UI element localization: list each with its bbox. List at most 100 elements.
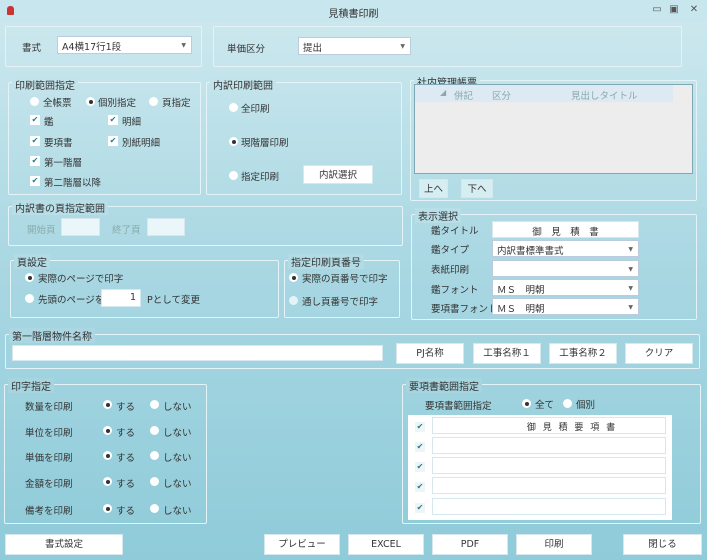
radio-label: しない [163,402,192,413]
print-spec-legend: 印字指定 [8,378,54,393]
radio-actual-page[interactable] [25,273,34,282]
cover-type-label: 鑑タイプ [431,245,470,256]
close-button[interactable]: 閉じる [623,534,702,555]
radio-label: 全帳票 [43,98,72,109]
unit-price-select[interactable]: 提出 ▼ [298,37,411,55]
print-spec-row-label: 金額を印刷 [25,479,73,490]
cover-title-label: 鑑タイトル [431,226,479,237]
summary-item-checkbox[interactable]: ✔ [415,442,425,452]
format-settings-button[interactable]: 書式設定 [5,534,123,555]
radio-all-forms[interactable] [30,97,39,106]
radio-yes[interactable] [103,426,112,435]
summary-range-legend: 要項書範囲指定 [406,378,482,393]
radio-label: する [116,479,136,490]
checkbox-detail[interactable]: ✔ [108,115,118,125]
first-page-input[interactable]: 1 [101,289,141,307]
summary-item-checkbox[interactable]: ✔ [415,462,425,472]
radio-current-level[interactable] [229,137,238,146]
chevron-down-icon: ▼ [628,285,633,292]
radio-label: 先頭のページを [38,295,105,306]
cover-title-input[interactable]: 御 見 積 書 [492,221,639,238]
project-name-input[interactable] [12,345,383,361]
checkbox-level1[interactable]: ✔ [30,156,40,166]
radio-print-all[interactable] [229,103,238,112]
page-range-legend: 内訳書の頁指定範囲 [12,200,108,215]
work-name1-button[interactable]: 工事名称１ [473,343,541,364]
radio-label: 頁指定 [162,98,191,109]
cover-print-select[interactable]: ▼ [492,260,639,277]
close-icon[interactable]: ✕ [688,5,700,15]
summary-item-checkbox[interactable]: ✔ [415,422,425,432]
chevron-down-icon: ▼ [400,43,405,50]
check-label: 第一階層 [44,158,83,169]
work-name2-button[interactable]: 工事名称２ [549,343,617,364]
radio-actual-page-number[interactable] [289,273,298,282]
summary-font-select[interactable]: ＭＳ 明朝 ▼ [492,298,639,315]
summary-item-input[interactable] [432,457,666,474]
radio-yes[interactable] [103,451,112,460]
end-page-label: 終了頁 [112,225,141,236]
radio-no[interactable] [150,504,159,513]
radio-page[interactable] [149,97,158,106]
radio-all[interactable] [522,399,531,408]
checkbox-summary[interactable]: ✔ [30,136,40,146]
summary-item-input[interactable]: 御 見 積 要 項 書 [432,417,666,434]
preview-button[interactable]: プレビュー [264,534,340,555]
move-down-button[interactable]: 下へ [461,179,493,198]
radio-each[interactable] [563,399,572,408]
cover-print-label: 表紙印刷 [431,265,470,276]
radio-individual[interactable] [86,97,95,106]
print-spec-row-label: 数量を印刷 [25,402,73,413]
checkbox-level2-plus[interactable]: ✔ [30,176,40,186]
print-spec-row-label: 備考を印刷 [25,506,73,517]
print-spec-row-label: 単価を印刷 [25,453,73,464]
radio-no[interactable] [150,400,159,409]
radio-yes[interactable] [103,477,112,486]
checkbox-cover[interactable]: ✔ [30,115,40,125]
radio-serial-page-number[interactable] [289,296,298,305]
format-label: 書式 [22,43,42,54]
chevron-down-icon: ▼ [628,304,633,311]
breakdown-select-button[interactable]: 内訳選択 [303,165,373,184]
radio-yes[interactable] [103,400,112,409]
radio-label: する [116,428,136,439]
start-page-input[interactable] [61,218,100,236]
radio-no[interactable] [150,426,159,435]
summary-item-checkbox[interactable]: ✔ [415,482,425,492]
summary-item-input[interactable] [432,437,666,454]
excel-button[interactable]: EXCEL [348,534,424,555]
chevron-down-icon: ▼ [181,42,186,49]
checkbox-separate-detail[interactable]: ✔ [108,136,118,146]
check-label: 明細 [122,117,142,128]
check-label: 別紙明細 [122,138,161,149]
cover-font-select[interactable]: ＭＳ 明朝 ▼ [492,279,639,296]
pj-name-button[interactable]: PJ名称 [396,343,464,364]
radio-label: しない [163,506,192,517]
column-header[interactable]: 区分 [492,88,511,102]
radio-label: する [116,506,136,517]
breakdown-range-legend: 内訳印刷範囲 [210,77,276,92]
minimize-icon[interactable]: ▭ [651,5,663,15]
pdf-button[interactable]: PDF [432,534,508,555]
radio-first-page[interactable] [25,294,34,303]
summary-item-input[interactable] [432,477,666,494]
column-header[interactable]: 見出しタイトル [571,88,638,102]
summary-font-value: ＭＳ 明朝 [497,304,545,315]
radio-no[interactable] [150,451,159,460]
radio-yes[interactable] [103,504,112,513]
summary-item-checkbox[interactable]: ✔ [415,503,425,513]
print-range-legend: 印刷範囲指定 [12,77,78,92]
print-button[interactable]: 印刷 [516,534,592,555]
format-select[interactable]: A4横17行1段 ▼ [57,36,192,54]
cover-type-select[interactable]: 内訳書標準書式 ▼ [492,240,639,257]
radio-specified[interactable] [229,171,238,180]
radio-no[interactable] [150,477,159,486]
cover-type-value: 内訳書標準書式 [497,246,564,257]
end-page-input[interactable] [147,218,185,236]
summary-item-input[interactable] [432,498,666,515]
clear-button[interactable]: クリア [625,343,693,364]
maximize-icon[interactable]: ▣ [668,5,680,15]
radio-label: 個別 [576,400,596,411]
column-header[interactable]: 併記 [454,88,473,102]
move-up-button[interactable]: 上へ [419,179,448,198]
